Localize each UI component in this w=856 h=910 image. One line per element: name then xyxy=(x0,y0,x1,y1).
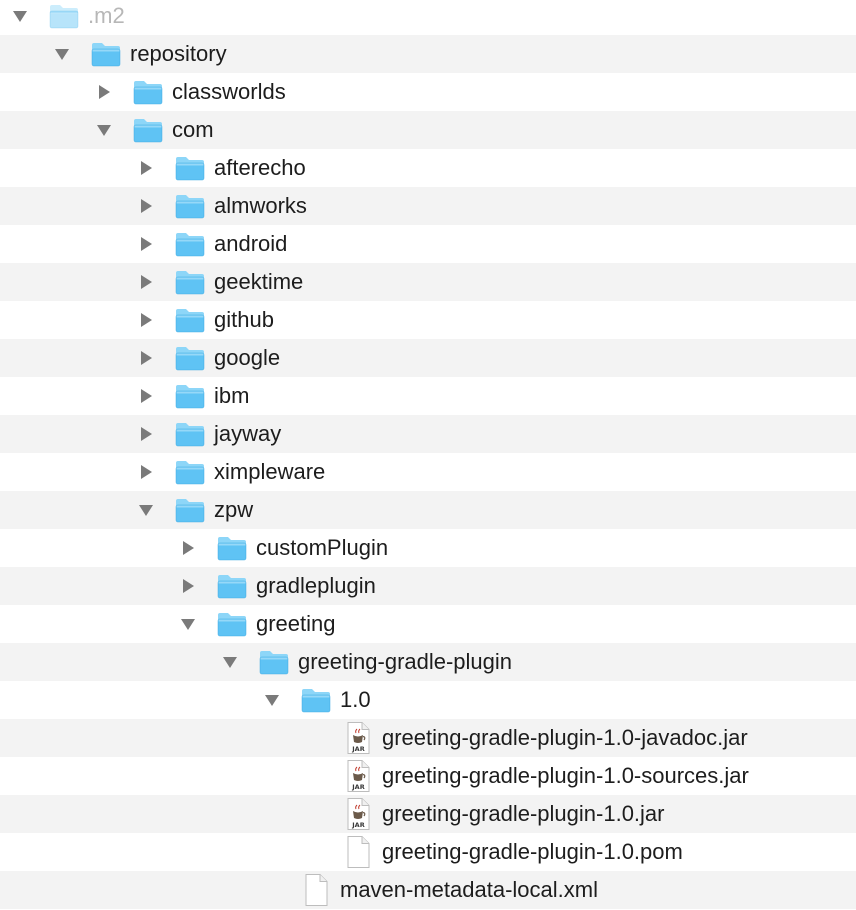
folder-row[interactable]: gradleplugin xyxy=(0,567,856,605)
item-label: gradleplugin xyxy=(256,573,376,598)
folder-icon xyxy=(216,609,248,639)
file-row[interactable]: greeting-gradle-plugin-1.0.pom xyxy=(0,833,856,871)
triangle-right-icon[interactable] xyxy=(136,386,156,406)
folder-row[interactable]: android xyxy=(0,225,856,263)
folder-row[interactable]: 1.0 xyxy=(0,681,856,719)
jar-file-icon: JAR xyxy=(342,759,374,792)
triangle-down-icon[interactable] xyxy=(94,120,114,140)
folder-icon xyxy=(174,267,206,297)
folder-row[interactable]: classworlds xyxy=(0,73,856,111)
folder-row[interactable]: jayway xyxy=(0,415,856,453)
svg-text:JAR: JAR xyxy=(351,745,364,753)
folder-icon xyxy=(174,457,206,487)
folder-row[interactable]: customPlugin xyxy=(0,529,856,567)
item-label: afterecho xyxy=(214,155,306,180)
item-label: customPlugin xyxy=(256,535,389,560)
triangle-right-icon[interactable] xyxy=(136,272,156,292)
folder-icon xyxy=(174,343,206,373)
folder-icon xyxy=(174,229,206,259)
folder-row[interactable]: com xyxy=(0,111,856,149)
triangle-right-icon[interactable] xyxy=(178,576,198,596)
folder-icon xyxy=(174,153,206,183)
item-label: greeting-gradle-plugin-1.0-sources.jar xyxy=(382,763,749,788)
folder-row[interactable]: google xyxy=(0,339,856,377)
item-label: geektime xyxy=(214,269,304,294)
item-label: ibm xyxy=(214,383,250,408)
item-label: github xyxy=(214,307,274,332)
triangle-right-icon[interactable] xyxy=(94,82,114,102)
triangle-right-icon[interactable] xyxy=(136,196,156,216)
triangle-right-icon[interactable] xyxy=(136,310,156,330)
folder-row[interactable]: repository xyxy=(0,35,856,73)
folder-icon xyxy=(174,305,206,335)
document-icon xyxy=(342,835,374,868)
folder-row[interactable]: ximpleware xyxy=(0,453,856,491)
folder-row[interactable]: .m2 xyxy=(0,0,856,35)
item-label: jayway xyxy=(214,421,282,446)
folder-icon xyxy=(132,115,164,145)
item-label: greeting-gradle-plugin-1.0.jar xyxy=(382,801,665,826)
folder-icon xyxy=(174,191,206,221)
file-tree: .m2 repository classworlds com afterecho almw… xyxy=(0,0,856,910)
triangle-right-icon[interactable] xyxy=(136,234,156,254)
folder-row[interactable]: greeting-gradle-plugin xyxy=(0,643,856,681)
folder-icon xyxy=(258,647,290,677)
item-label: ximpleware xyxy=(214,459,326,484)
svg-text:JAR: JAR xyxy=(351,821,364,829)
item-label: greeting-gradle-plugin xyxy=(298,649,513,674)
triangle-down-icon[interactable] xyxy=(10,6,30,26)
triangle-down-icon[interactable] xyxy=(220,652,240,672)
triangle-down-icon[interactable] xyxy=(136,500,156,520)
triangle-down-icon[interactable] xyxy=(52,44,72,64)
item-label: greeting xyxy=(256,611,336,636)
triangle-right-icon[interactable] xyxy=(136,462,156,482)
folder-icon xyxy=(90,39,122,69)
folder-icon xyxy=(300,685,332,715)
folder-icon xyxy=(216,571,248,601)
triangle-down-icon[interactable] xyxy=(178,614,198,634)
folder-row[interactable]: geektime xyxy=(0,263,856,301)
triangle-right-icon[interactable] xyxy=(136,158,156,178)
folder-icon xyxy=(216,533,248,563)
item-label: greeting-gradle-plugin-1.0-javadoc.jar xyxy=(382,725,748,750)
file-row[interactable]: JAR greeting-gradle-plugin-1.0.jar xyxy=(0,795,856,833)
folder-icon xyxy=(132,77,164,107)
folder-row[interactable]: ibm xyxy=(0,377,856,415)
file-row[interactable]: JAR greeting-gradle-plugin-1.0-sources.ja… xyxy=(0,757,856,795)
folder-icon xyxy=(174,495,206,525)
svg-text:JAR: JAR xyxy=(351,783,364,791)
document-icon xyxy=(300,873,332,906)
triangle-right-icon[interactable] xyxy=(178,538,198,558)
jar-file-icon: JAR xyxy=(342,721,374,754)
item-label: com xyxy=(172,117,214,142)
triangle-right-icon[interactable] xyxy=(136,424,156,444)
jar-file-icon: JAR xyxy=(342,797,374,830)
item-label: almworks xyxy=(214,193,307,218)
item-label: greeting-gradle-plugin-1.0.pom xyxy=(382,839,683,864)
item-label: repository xyxy=(130,41,227,66)
item-label: classworlds xyxy=(172,79,286,104)
item-label: android xyxy=(214,231,288,256)
folder-icon xyxy=(48,1,80,31)
item-label: .m2 xyxy=(88,3,125,28)
item-label: google xyxy=(214,345,281,370)
triangle-down-icon[interactable] xyxy=(262,690,282,710)
file-row[interactable]: JAR greeting-gradle-plugin-1.0-javadoc.ja… xyxy=(0,719,856,757)
folder-row[interactable]: almworks xyxy=(0,187,856,225)
folder-row[interactable]: zpw xyxy=(0,491,856,529)
folder-row[interactable]: github xyxy=(0,301,856,339)
triangle-right-icon[interactable] xyxy=(136,348,156,368)
item-label: 1.0 xyxy=(340,687,371,712)
item-label: maven-metadata-local.xml xyxy=(340,877,598,902)
folder-icon xyxy=(174,419,206,449)
item-label: zpw xyxy=(214,497,254,522)
folder-row[interactable]: afterecho xyxy=(0,149,856,187)
folder-icon xyxy=(174,381,206,411)
folder-row[interactable]: greeting xyxy=(0,605,856,643)
file-row[interactable]: maven-metadata-local.xml xyxy=(0,871,856,909)
